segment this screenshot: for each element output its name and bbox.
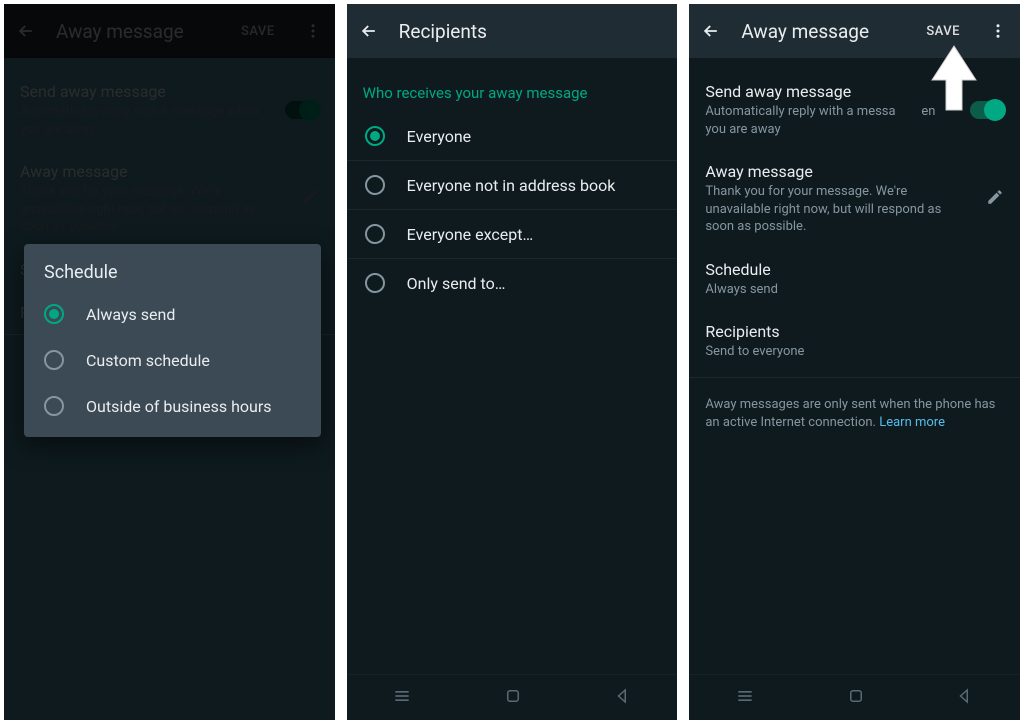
nav-back-icon[interactable] — [614, 687, 632, 709]
learn-more-link[interactable]: Learn more — [879, 415, 945, 430]
away-message-title: Away message — [705, 162, 972, 181]
radio-label: Everyone not in address book — [407, 176, 616, 195]
recipients-row[interactable]: Recipients Send to everyone — [689, 310, 1020, 373]
appbar-title: Recipients — [399, 20, 670, 43]
appbar-title: Away message — [56, 20, 217, 43]
away-message-row[interactable]: Away message Thank you for your message.… — [689, 150, 1020, 248]
radio-label: Custom schedule — [86, 351, 210, 370]
radio-label: Only send to… — [407, 274, 506, 293]
recipient-option-only[interactable]: Only send to… — [347, 259, 678, 307]
radio-label: Always send — [86, 305, 175, 324]
content: Who receives your away message Everyone … — [347, 58, 678, 674]
footer-text: Away messages are only sent when the pho… — [705, 397, 995, 430]
nav-recent-icon[interactable] — [392, 686, 412, 710]
away-message-title: Away message — [20, 162, 287, 181]
radio-label: Outside of business hours — [86, 397, 272, 416]
appbar-title: Away message — [741, 20, 902, 43]
nav-home-icon[interactable] — [847, 687, 865, 709]
pencil-icon[interactable] — [986, 188, 1004, 210]
schedule-title: Schedule — [705, 260, 1004, 279]
cursor-arrow-icon — [926, 44, 982, 120]
more-icon[interactable] — [299, 11, 327, 51]
back-icon[interactable] — [355, 11, 383, 51]
radio-icon — [365, 273, 385, 293]
more-icon[interactable] — [984, 11, 1012, 51]
send-away-title: Send away message — [705, 82, 948, 101]
save-button[interactable]: SAVE — [233, 20, 283, 43]
content: Send away message Automatically reply wi… — [689, 58, 1020, 674]
away-message-row[interactable]: Away message Thank you for your message.… — [4, 150, 335, 248]
phone-screen-2: Recipients Who receives your away messag… — [347, 4, 678, 720]
back-icon[interactable] — [697, 11, 725, 51]
section-header: Who receives your away message — [347, 70, 678, 112]
send-away-sub: Automatically reply with a message when … — [20, 103, 263, 138]
radio-icon — [44, 396, 64, 416]
appbar: Away message SAVE — [4, 4, 335, 58]
footer-note: Away messages are only sent when the pho… — [689, 382, 1020, 446]
send-away-row[interactable]: Send away message Automatically reply wi… — [4, 70, 335, 150]
nav-home-icon[interactable] — [504, 687, 522, 709]
appbar: Recipients — [347, 4, 678, 58]
save-button[interactable]: SAVE — [918, 20, 968, 43]
send-away-title: Send away message — [20, 82, 263, 101]
away-message-sub: Thank you for your message. We're unavai… — [705, 183, 972, 236]
schedule-dialog: Schedule Always send Custom schedule Out… — [24, 244, 321, 437]
radio-icon — [44, 350, 64, 370]
pencil-icon[interactable] — [301, 188, 319, 210]
divider — [689, 377, 1020, 378]
away-message-sub: Thank you for your message. We're unavai… — [20, 183, 287, 236]
radio-icon — [365, 175, 385, 195]
radio-label: Everyone — [407, 127, 471, 146]
recipient-option-except[interactable]: Everyone except… — [347, 210, 678, 259]
schedule-option-custom[interactable]: Custom schedule — [32, 337, 313, 383]
radio-icon — [365, 224, 385, 244]
android-navbar — [347, 674, 678, 720]
nav-recent-icon[interactable] — [735, 686, 755, 710]
schedule-option-always[interactable]: Always send — [32, 291, 313, 337]
schedule-option-outside[interactable]: Outside of business hours — [32, 383, 313, 429]
send-away-sub: Automatically reply with a messa enyou a… — [705, 103, 948, 138]
schedule-sub: Always send — [705, 281, 1004, 299]
recipient-option-not-in-book[interactable]: Everyone not in address book — [347, 161, 678, 210]
recipients-title: Recipients — [705, 322, 1004, 341]
radio-label: Everyone except… — [407, 225, 534, 244]
android-navbar — [689, 674, 1020, 720]
recipient-option-everyone[interactable]: Everyone — [347, 112, 678, 161]
phone-screen-1: Away message SAVE Send away message Auto… — [4, 4, 335, 720]
radio-icon — [44, 304, 64, 324]
radio-icon — [365, 126, 385, 146]
dialog-title: Schedule — [32, 258, 313, 291]
nav-back-icon[interactable] — [956, 687, 974, 709]
recipients-sub: Send to everyone — [705, 343, 1004, 361]
phone-screen-3: Away message SAVE Send away message Auto… — [689, 4, 1020, 720]
send-away-toggle[interactable] — [285, 101, 319, 119]
back-icon[interactable] — [12, 11, 40, 51]
schedule-row[interactable]: Schedule Always send — [689, 248, 1020, 311]
